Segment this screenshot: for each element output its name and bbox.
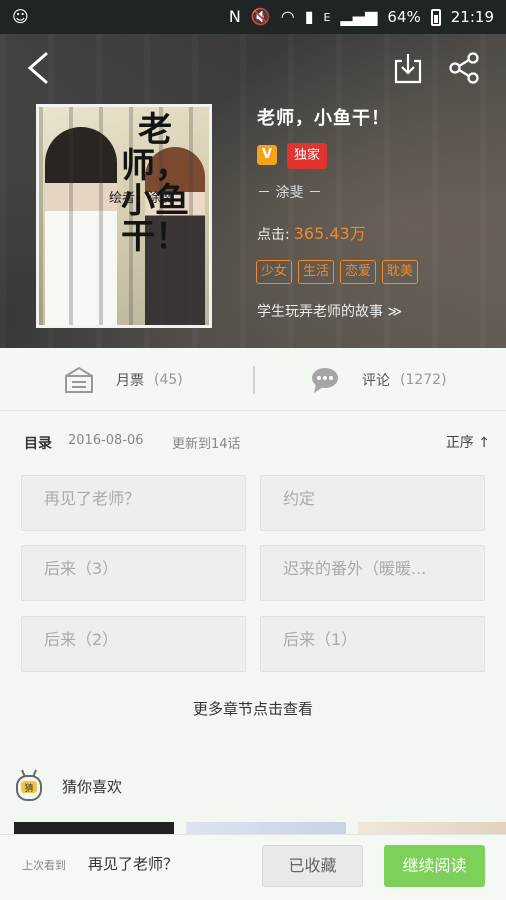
book-cover[interactable]: 老师，小鱼干！ 绘者：涂斐 <box>36 104 212 328</box>
click-count-value: 365.43万 <box>293 224 366 243</box>
recommendations-title: 猜你喜欢 <box>62 777 123 796</box>
last-read-chapter[interactable]: 再见了老师？ <box>88 853 178 874</box>
book-title: 老师，小鱼干！ <box>257 108 390 129</box>
book-header: 老师，小鱼干！ 绘者：涂斐 老师，小鱼干！ V 独家 － 涂斐 － 点击: 365… <box>0 34 506 348</box>
chapter-item[interactable]: 后来（3） <box>21 545 246 601</box>
sort-order-toggle[interactable]: 正序 ↑ <box>446 432 490 452</box>
comment-icon <box>312 367 338 393</box>
tag[interactable]: 生活 <box>298 260 335 284</box>
chapter-item[interactable]: 迟来的番外（暖暖... <box>260 545 485 601</box>
tag-list: 少女 生活 恋爱 耽美 <box>256 260 419 284</box>
synopsis-link[interactable]: 学生玩弄老师的故事 ≫ <box>257 301 402 321</box>
last-read-label: 上次看到 <box>22 859 66 872</box>
ticket-icon <box>65 366 93 393</box>
clock: 21:19 <box>450 8 494 26</box>
monthly-ticket-button[interactable]: 月票 (45) <box>64 348 183 411</box>
tag[interactable]: 恋爱 <box>340 260 377 284</box>
click-count-label: 点击: <box>257 227 290 243</box>
share-icon <box>449 52 479 84</box>
action-row: 月票 (45) 评论 (1272) <box>0 348 506 411</box>
back-button[interactable] <box>22 50 56 86</box>
tag[interactable]: 少女 <box>256 260 293 284</box>
comments-button[interactable]: 评论 (1272) <box>310 348 447 411</box>
tag[interactable]: 耽美 <box>382 260 419 284</box>
guess-mascot-icon: 猜 <box>16 769 42 801</box>
network-type: E <box>323 10 331 24</box>
mute-icon: 🔇 <box>250 7 271 26</box>
update-progress: 更新到14话 <box>172 437 241 452</box>
share-button[interactable] <box>448 51 480 85</box>
wifi-icon: ◠ <box>280 7 295 26</box>
more-chapters-link[interactable]: 更多章节点击查看 <box>0 698 506 719</box>
catalog-header: 目录 2016-08-06 更新到14话 正序 ↑ <box>24 432 490 454</box>
update-date: 2016-08-06 <box>68 433 144 448</box>
comment-label: 评论 <box>362 372 390 389</box>
chevron-left-icon <box>27 52 48 84</box>
chapter-item[interactable]: 再见了老师？ <box>21 475 246 531</box>
ticket-count: (45) <box>154 371 183 388</box>
sim-icon: ▮ <box>304 7 314 26</box>
battery-icon <box>430 8 441 26</box>
nfc-icon: N <box>228 7 241 26</box>
cover-title: 老师，小鱼干！ <box>121 110 189 258</box>
exclusive-badge: 独家 <box>287 143 328 169</box>
bottom-bar: 上次看到 再见了老师？ 已收藏 继续阅读 <box>0 834 506 900</box>
signal-icon: ▂▄▆ <box>340 7 378 26</box>
vip-badge: V <box>257 145 277 165</box>
chapter-item[interactable]: 后来（2） <box>21 616 246 672</box>
catalog-label: 目录 <box>24 436 52 452</box>
download-button[interactable] <box>393 51 423 85</box>
status-bar: ☺ N 🔇 ◠ ▮ E ▂▄▆ 64% 21:19 <box>0 0 506 34</box>
chapter-item[interactable]: 后来（1） <box>260 616 485 672</box>
favorited-button[interactable]: 已收藏 <box>262 845 363 887</box>
cover-author: 绘者：涂斐 <box>109 191 175 206</box>
continue-reading-button[interactable]: 继续阅读 <box>384 845 485 887</box>
app-notification-icon: ☺ <box>12 7 29 26</box>
recommendations-header: 猜 猜你喜欢 <box>14 768 122 804</box>
svg-text:猜: 猜 <box>24 782 33 794</box>
book-author[interactable]: － 涂斐 － <box>257 182 322 202</box>
divider <box>253 366 255 394</box>
download-icon <box>394 54 422 84</box>
comment-count: (1272) <box>400 371 447 388</box>
chapter-item[interactable]: 约定 <box>260 475 485 531</box>
ticket-label: 月票 <box>116 372 144 389</box>
click-count: 点击: 365.43万 <box>257 220 366 244</box>
battery-percent: 64% <box>387 8 421 26</box>
